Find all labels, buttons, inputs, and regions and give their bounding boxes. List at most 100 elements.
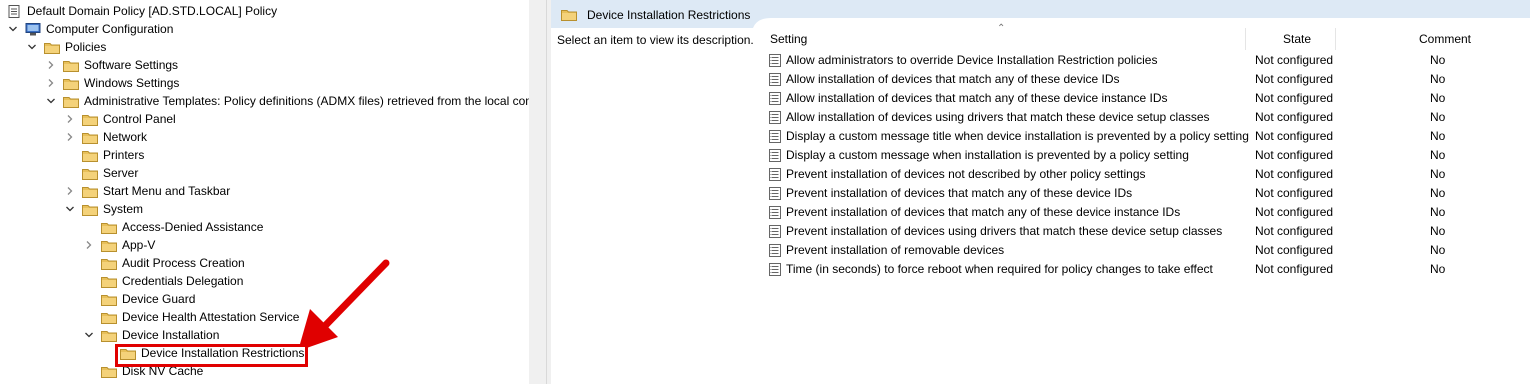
column-header-state[interactable]: State	[1283, 30, 1311, 50]
table-row[interactable]: Allow installation of devices using driv…	[767, 108, 1527, 127]
tree-item-printers[interactable]: Printers	[0, 146, 529, 164]
tree-item-label: Credentials Delegation	[122, 274, 244, 288]
tree-item-device-guard[interactable]: Device Guard	[0, 290, 529, 308]
tree-item-label: Computer Configuration	[46, 22, 174, 36]
policy-setting-icon	[769, 187, 781, 200]
tree-item-audit-process[interactable]: Audit Process Creation	[0, 254, 529, 272]
setting-state: Not configured	[1255, 205, 1334, 219]
chevron-down-icon[interactable]	[8, 24, 18, 34]
folder-icon	[82, 149, 98, 162]
chevron-right-icon[interactable]	[84, 240, 94, 250]
tree-item-label: Software Settings	[84, 58, 179, 72]
chevron-right-icon[interactable]	[46, 78, 56, 88]
table-row[interactable]: Prevent installation of devices not desc…	[767, 165, 1527, 184]
folder-icon	[101, 257, 117, 270]
chevron-down-icon[interactable]	[27, 42, 37, 52]
tree-scrollbar[interactable]	[529, 0, 546, 384]
tree-item-system[interactable]: System	[0, 200, 529, 218]
setting-comment: No	[1430, 91, 1446, 105]
tree-item-label: Audit Process Creation	[122, 256, 245, 270]
tree-item-device-health[interactable]: Device Health Attestation Service	[0, 308, 529, 326]
tree-item-software-settings[interactable]: Software Settings	[0, 56, 529, 74]
table-row[interactable]: Allow installation of devices that match…	[767, 70, 1527, 89]
table-row[interactable]: Prevent installation of removable device…	[767, 241, 1527, 260]
table-row[interactable]: Prevent installation of devices using dr…	[767, 222, 1527, 241]
folder-icon	[120, 347, 136, 360]
tree-item-network[interactable]: Network	[0, 128, 529, 146]
setting-name: Allow installation of devices that match…	[786, 72, 1120, 86]
tree-item-administrative-templates[interactable]: Administrative Templates: Policy definit…	[0, 92, 529, 110]
folder-icon	[63, 95, 79, 108]
folder-icon	[101, 221, 117, 234]
policy-setting-icon	[769, 263, 781, 276]
folder-icon	[82, 167, 98, 180]
setting-state: Not configured	[1255, 72, 1334, 86]
header-folder-icon	[561, 8, 577, 21]
tree-item-access-denied[interactable]: Access-Denied Assistance	[0, 218, 529, 236]
table-row[interactable]: Time (in seconds) to force reboot when r…	[767, 260, 1527, 279]
table-row[interactable]: Allow installation of devices that match…	[767, 89, 1527, 108]
policy-setting-icon	[769, 149, 781, 162]
column-header-comment[interactable]: Comment	[1419, 30, 1471, 50]
chevron-down-icon[interactable]	[65, 204, 75, 214]
table-row[interactable]: Display a custom message title when devi…	[767, 127, 1527, 146]
setting-name: Display a custom message when installati…	[786, 148, 1189, 162]
tree-item-label: App-V	[122, 238, 156, 252]
chevron-right-icon[interactable]	[65, 132, 75, 142]
tree-item-label: Administrative Templates: Policy definit…	[84, 94, 529, 108]
setting-comment: No	[1430, 205, 1446, 219]
table-row[interactable]: Display a custom message when installati…	[767, 146, 1527, 165]
tree-item-default-domain-policy[interactable]: Default Domain Policy [AD.STD.LOCAL] Pol…	[0, 2, 529, 20]
tree-item-windows-settings[interactable]: Windows Settings	[0, 74, 529, 92]
computer-icon	[25, 23, 41, 36]
tree-item-credentials-delegation[interactable]: Credentials Delegation	[0, 272, 529, 290]
setting-state: Not configured	[1255, 186, 1334, 200]
table-row[interactable]: Prevent installation of devices that mat…	[767, 184, 1527, 203]
chevron-right-icon[interactable]	[46, 60, 56, 70]
chevron-down-icon[interactable]	[46, 96, 56, 106]
setting-comment: No	[1430, 129, 1446, 143]
details-header-title: Device Installation Restrictions	[587, 8, 751, 22]
tree-item-device-installation[interactable]: Device Installation	[0, 326, 529, 344]
tree-item-policies[interactable]: Policies	[0, 38, 529, 56]
setting-name: Time (in seconds) to force reboot when r…	[786, 262, 1213, 276]
policy-doc-icon	[6, 5, 22, 18]
folder-icon	[82, 203, 98, 216]
tree-item-computer-configuration[interactable]: Computer Configuration	[0, 20, 529, 38]
tree-item-start-menu[interactable]: Start Menu and Taskbar	[0, 182, 529, 200]
setting-comment: No	[1430, 186, 1446, 200]
chevron-down-icon[interactable]	[84, 330, 94, 340]
policy-setting-icon	[769, 73, 781, 86]
navigation-tree: Default Domain Policy [AD.STD.LOCAL] Pol…	[0, 0, 529, 384]
setting-state: Not configured	[1255, 262, 1334, 276]
folder-icon	[101, 329, 117, 342]
column-header-setting[interactable]: Setting	[770, 30, 807, 50]
tree-item-label: Network	[103, 130, 148, 144]
tree-item-device-installation-restrictions[interactable]: Device Installation Restrictions	[0, 344, 529, 362]
setting-comment: No	[1430, 53, 1446, 67]
policy-setting-icon	[769, 225, 781, 238]
policy-setting-icon	[769, 206, 781, 219]
tree-item-server[interactable]: Server	[0, 164, 529, 182]
tree-item-control-panel[interactable]: Control Panel	[0, 110, 529, 128]
policy-setting-icon	[769, 168, 781, 181]
folder-icon	[44, 41, 60, 54]
setting-name: Prevent installation of devices using dr…	[786, 224, 1223, 238]
setting-comment: No	[1430, 167, 1446, 181]
description-text: Select an item to view its description.	[557, 33, 754, 47]
tree-item-label: Policies	[65, 40, 107, 54]
table-row[interactable]: Prevent installation of devices that mat…	[767, 203, 1527, 222]
chevron-right-icon[interactable]	[65, 186, 75, 196]
tree-item-label: Server	[103, 166, 139, 180]
chevron-right-icon[interactable]	[65, 114, 75, 124]
table-row[interactable]: Allow administrators to override Device …	[767, 51, 1527, 70]
tree-item-app-v[interactable]: App-V	[0, 236, 529, 254]
setting-name: Allow installation of devices using driv…	[786, 110, 1210, 124]
tree-item-label: Control Panel	[103, 112, 176, 126]
setting-name: Prevent installation of devices not desc…	[786, 167, 1146, 181]
folder-icon	[101, 275, 117, 288]
setting-state: Not configured	[1255, 110, 1334, 124]
sort-caret-icon: ⌃	[997, 23, 1006, 34]
setting-state: Not configured	[1255, 91, 1334, 105]
tree-item-label: Windows Settings	[84, 76, 180, 90]
